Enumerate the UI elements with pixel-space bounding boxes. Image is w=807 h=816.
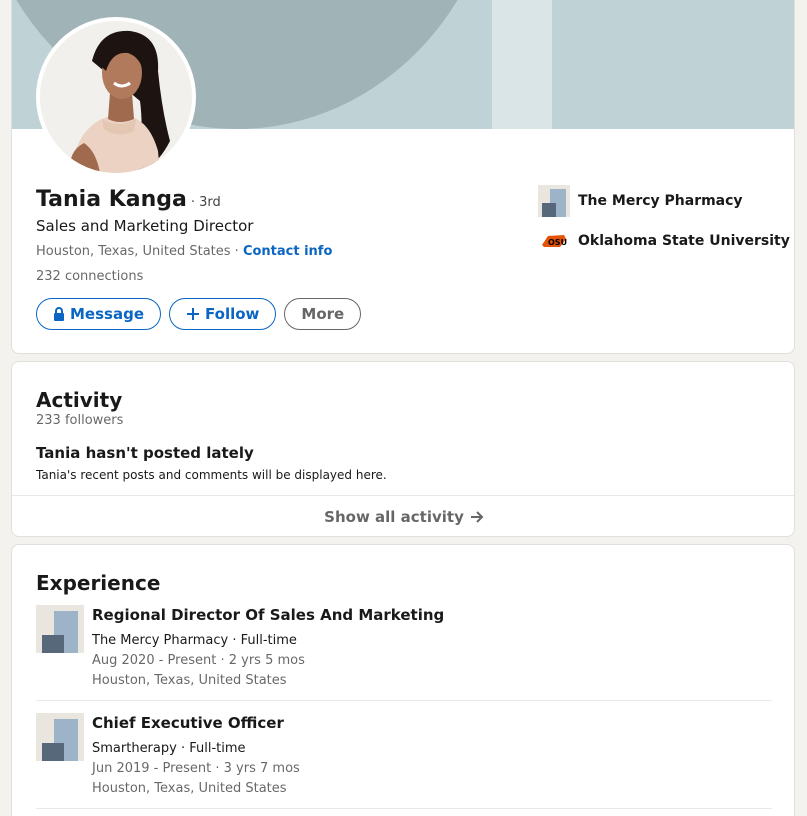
contact-info-link[interactable]: Contact info: [243, 244, 332, 259]
profile-actions: Message Follow More: [36, 298, 362, 330]
experience-title-text: Chief Executive Officer: [92, 714, 284, 732]
message-button[interactable]: Message: [36, 298, 161, 330]
plus-icon: [186, 307, 200, 321]
experience-dates: Aug 2020 - Present · 2 yrs 5 mos: [92, 653, 305, 668]
location-separator: ·: [230, 244, 243, 259]
followers-count: 233 followers: [36, 413, 124, 428]
profile-top-card: Tania Kanga · 3rd Sales and Marketing Di…: [11, 0, 795, 354]
follow-button[interactable]: Follow: [169, 298, 277, 330]
message-button-label: Message: [70, 305, 144, 323]
activity-title: Activity: [36, 388, 123, 412]
connections-count: 232 connections: [36, 269, 144, 284]
activity-empty-heading: Tania hasn't posted lately: [36, 444, 254, 462]
company-logo: [36, 605, 84, 653]
show-all-activity-label: Show all activity: [324, 508, 464, 526]
experience-item[interactable]: Regional Director Of Sales And Marketing…: [36, 605, 772, 701]
education-link[interactable]: OSU Oklahoma State University: [538, 225, 790, 257]
show-all-activity-button[interactable]: Show all activity: [12, 496, 794, 536]
profile-photo[interactable]: [36, 17, 196, 177]
follow-button-label: Follow: [205, 305, 260, 323]
connection-degree: · 3rd: [190, 195, 221, 210]
profile-photo-image: [40, 21, 192, 173]
experience-divider: [36, 808, 772, 809]
experience-title-text: Regional Director Of Sales And Marketing: [92, 606, 445, 624]
activity-empty-text: Tania's recent posts and comments will b…: [36, 468, 387, 482]
activity-card: Activity 233 followers Tania hasn't post…: [11, 361, 795, 537]
current-company-name: The Mercy Pharmacy: [578, 193, 743, 209]
company-logo: [36, 713, 84, 761]
svg-text:OSU: OSU: [548, 238, 567, 247]
banner-stripe: [492, 0, 552, 129]
arrow-right-icon: [470, 511, 484, 523]
experience-location: Houston, Texas, United States: [92, 673, 287, 688]
experience-location: Houston, Texas, United States: [92, 781, 287, 796]
name-row: Tania Kanga · 3rd: [36, 187, 221, 212]
experience-item[interactable]: Chief Executive Officer Smartherapy · Fu…: [36, 713, 772, 809]
profile-headline: Sales and Marketing Director: [36, 217, 254, 235]
profile-name: Tania Kanga: [36, 187, 187, 212]
education-name: Oklahoma State University: [578, 233, 790, 249]
experience-company: Smartherapy · Full-time: [92, 741, 246, 756]
profile-location: Houston, Texas, United States: [36, 244, 231, 259]
more-button-label: More: [301, 305, 345, 323]
location-row: Houston, Texas, United States · Contact …: [36, 244, 332, 259]
company-logo: [538, 185, 570, 217]
experience-divider: [36, 700, 772, 701]
experience-title: Experience: [36, 571, 161, 595]
osu-logo: OSU: [538, 225, 570, 257]
lock-icon: [53, 307, 65, 321]
experience-company: The Mercy Pharmacy · Full-time: [92, 633, 297, 648]
experience-card: Experience Regional Director Of Sales An…: [11, 544, 795, 816]
more-button[interactable]: More: [284, 298, 362, 330]
current-company-link[interactable]: The Mercy Pharmacy: [538, 185, 743, 217]
experience-dates: Jun 2019 - Present · 3 yrs 7 mos: [92, 761, 300, 776]
